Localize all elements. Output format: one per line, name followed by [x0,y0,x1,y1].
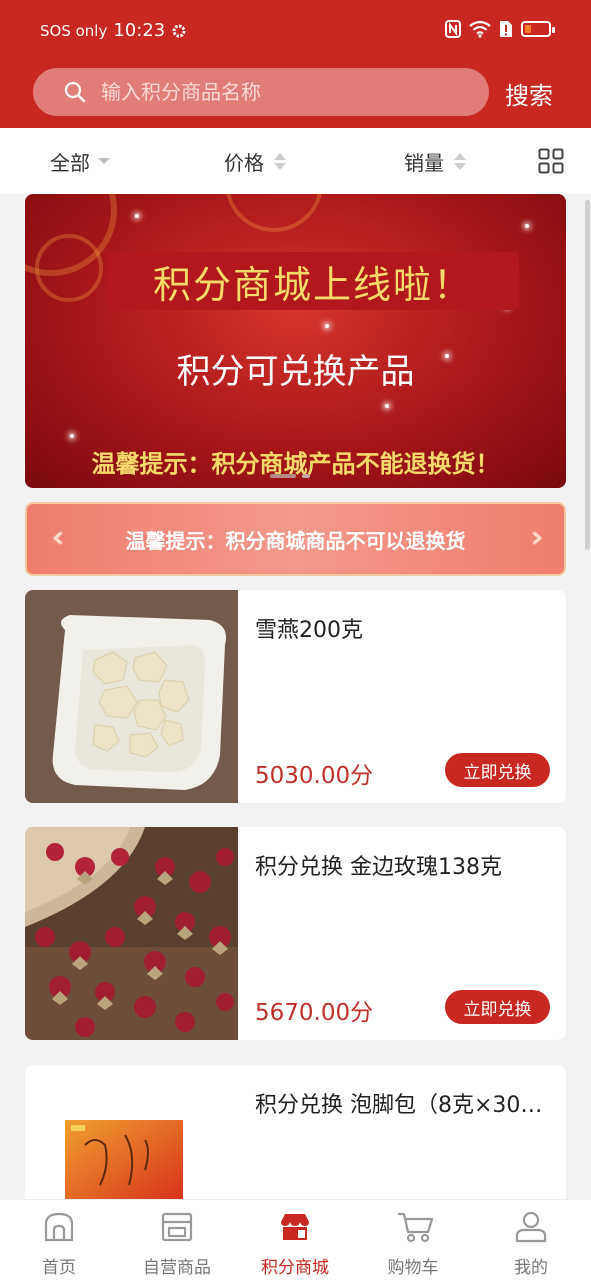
product-name: 雪燕200克 [255,618,363,643]
product-image-snow-swallow [25,590,238,803]
banner-title: 积分商城上线啦！ [107,252,519,310]
settings-gear-icon [172,24,186,37]
banner-swirl-decoration [225,194,323,232]
sparkle [135,214,139,218]
sparkle [70,434,74,438]
tab-mine-label: 我的 [514,1258,548,1278]
sim-alert-icon [500,21,512,37]
tab-self-operated[interactable]: 自营商品 [118,1200,236,1281]
wifi-icon [469,20,491,38]
filter-sales[interactable]: 销量 [404,128,466,194]
search-bar[interactable] [33,68,489,116]
product-image-rose-buds [25,827,238,1040]
dropdown-arrow-icon [98,158,110,164]
nfc-icon [445,20,461,38]
scrollbar[interactable] [585,200,590,550]
product-card[interactable]: 积分兑换 金边玫瑰138克 5670.00分 立即兑换 [25,827,566,1040]
clock: 10:23 [113,20,166,41]
filter-price[interactable]: 价格 [224,128,286,194]
header: SOS only 10:23 输入积分商品名称 搜索 [0,0,591,128]
sort-arrows-icon [454,152,466,170]
grid-view-icon[interactable] [538,148,564,174]
filter-sales-label: 销量 [404,150,444,175]
sort-arrows-icon [274,152,286,170]
search-input[interactable] [99,79,463,105]
tab-mine[interactable]: 我的 [472,1200,590,1281]
cart-icon [398,1212,434,1243]
banner-swirl-decoration [35,234,103,302]
status-bar: SOS only 10:23 [0,0,591,62]
notice-banner: ‹‹ ›› 温馨提示：积分商城商品不可以退换货 [25,502,566,576]
tab-self-operated-label: 自营商品 [143,1258,211,1278]
redeem-button[interactable]: 立即兑换 [445,753,550,787]
filter-bar: 全部 价格 销量 [0,128,591,194]
points-mall-icon [281,1214,309,1240]
filter-price-label: 价格 [224,150,264,175]
bottom-tab-bar: 首页 自营商品 积分商城 购物车 我的 [0,1199,591,1281]
carrier-text: SOS only [40,21,108,40]
promo-banner[interactable]: 积分商城上线啦！ 积分可兑换产品 温馨提示：积分商城产品不能退换货！ [25,194,566,488]
product-name: 积分兑换 金边玫瑰138克 [255,855,502,880]
tab-cart-label: 购物车 [387,1258,439,1278]
sparkle [325,324,329,328]
carousel-dot-active [270,474,296,478]
battery-icon [521,21,555,37]
tab-home[interactable]: 首页 [0,1200,118,1281]
product-card[interactable]: 雪燕200克 5030.00分 立即兑换 [25,590,566,803]
user-icon [515,1211,547,1243]
tab-points-mall-label: 积分商城 [261,1258,329,1278]
notice-text: 温馨提示：积分商城商品不可以退换货 [125,528,466,553]
carousel-dot [302,474,310,478]
product-price: 5670.00分 [255,1000,374,1026]
redeem-button[interactable]: 立即兑换 [445,990,550,1024]
product-price: 5030.00分 [255,763,374,789]
sparkle [525,224,529,228]
banner-subtitle: 积分可兑换产品 [176,352,415,392]
store-icon [161,1212,193,1242]
tab-home-label: 首页 [42,1258,76,1278]
tab-cart[interactable]: 购物车 [354,1200,472,1281]
carousel-indicator [270,474,310,478]
search-button[interactable]: 搜索 [505,76,553,111]
tab-points-mall[interactable]: 积分商城 [236,1200,354,1281]
home-icon [44,1212,74,1242]
search-icon [64,81,86,103]
product-name: 积分兑换 泡脚包（8克×30包） [255,1093,545,1118]
sparkle [385,404,389,408]
filter-all-label: 全部 [50,150,90,175]
filter-all[interactable]: 全部 [50,128,110,194]
